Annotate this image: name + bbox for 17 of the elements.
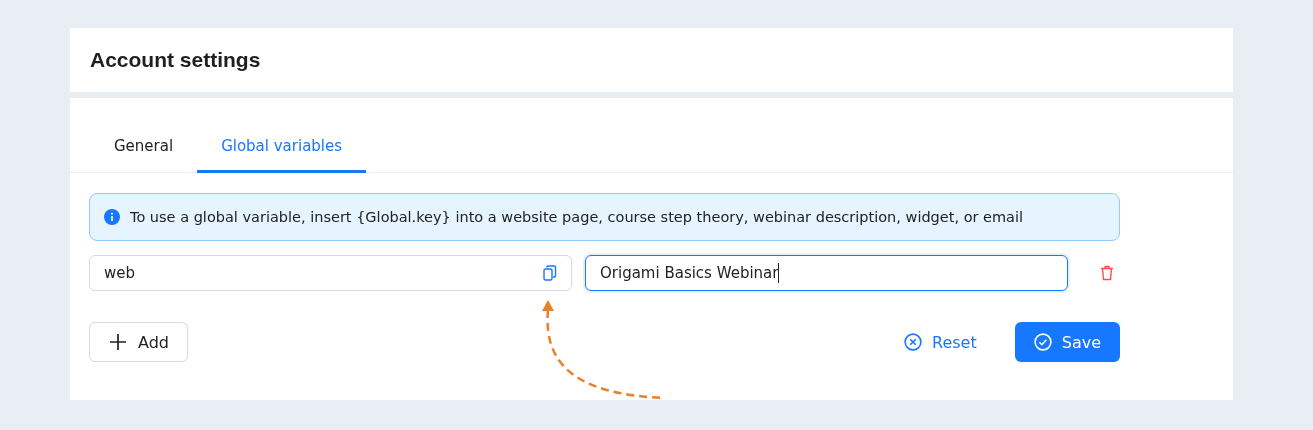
key-value: web xyxy=(104,264,136,282)
save-button[interactable]: Save xyxy=(1014,322,1120,362)
plus-icon xyxy=(110,334,126,350)
check-circle-icon xyxy=(1033,333,1052,351)
tab[interactable]: General xyxy=(90,125,198,173)
info-text: To use a global variable, insert {Global.key} into a website page, course step theory, webinar description, widget, or email xyxy=(130,209,1024,225)
copy-icon[interactable] xyxy=(543,265,557,281)
add-button[interactable]: Add xyxy=(89,322,188,362)
value-field[interactable]: Origami Basics Webinar xyxy=(585,255,1068,291)
page-title: Account settings xyxy=(90,48,261,72)
trash-icon[interactable] xyxy=(1100,265,1114,281)
reset-button[interactable]: Reset xyxy=(904,322,977,362)
key-field[interactable]: web xyxy=(89,255,572,291)
info-icon xyxy=(104,209,120,225)
tab[interactable]: Global variables xyxy=(197,125,367,173)
value-text: Origami Basics Webinar xyxy=(600,264,779,282)
close-circle-icon xyxy=(904,333,922,351)
